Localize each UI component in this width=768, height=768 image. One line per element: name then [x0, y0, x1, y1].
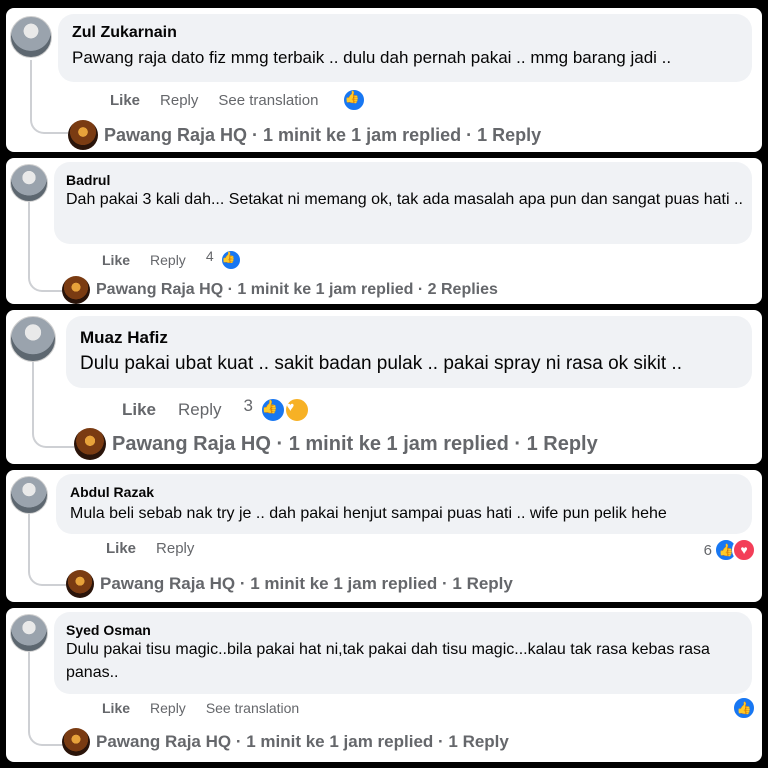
reply-summary-text[interactable]: Pawang Raja HQ · 1 minit ke 1 jam replie…	[96, 732, 509, 752]
reaction-summary[interactable]: 👍	[342, 88, 367, 112]
comment-author[interactable]: Zul Zukarnain	[72, 24, 177, 42]
reply-summary[interactable]: Pawang Raja HQ · 1 minit ke 1 jam replie…	[62, 276, 498, 304]
care-icon: ♥	[284, 397, 311, 423]
comment-text: Pawang raja dato fiz mmg terbaik .. dulu…	[72, 48, 672, 67]
comment-actions: Like Reply See translation	[102, 700, 299, 716]
reply-summary[interactable]: Pawang Raja HQ · 1 minit ke 1 jam replie…	[74, 428, 598, 460]
reaction-summary[interactable]: 4 👍	[206, 248, 242, 271]
thread-connector	[32, 362, 74, 448]
reply-summary-text[interactable]: Pawang Raja HQ · 1 minit ke 1 jam replie…	[104, 125, 541, 146]
reply-link[interactable]: Reply	[150, 252, 186, 268]
comment-text: Mula beli sebab nak try je .. dah pakai …	[70, 505, 667, 522]
reply-link[interactable]: Reply	[178, 400, 221, 420]
like-link[interactable]: Like	[102, 252, 130, 268]
reaction-summary[interactable]: 👍	[732, 696, 756, 720]
see-translation-link[interactable]: See translation	[218, 92, 318, 109]
reply-link[interactable]: Reply	[160, 92, 198, 109]
comment-author[interactable]: Syed Osman	[66, 622, 151, 638]
avatar[interactable]	[10, 16, 52, 58]
reply-summary-text[interactable]: Pawang Raja HQ · 1 minit ke 1 jam replie…	[100, 574, 513, 594]
page-avatar	[66, 570, 94, 598]
thumbs-up-icon: 👍	[732, 696, 756, 720]
reply-summary[interactable]: Pawang Raja HQ · 1 minit ke 1 jam replie…	[66, 570, 513, 598]
thread-connector	[30, 60, 68, 134]
thread-connector	[28, 202, 64, 292]
reply-link[interactable]: Reply	[156, 540, 194, 557]
comment-author[interactable]: Badrul	[66, 172, 110, 188]
love-icon: ♥	[732, 538, 756, 562]
avatar[interactable]	[10, 476, 48, 514]
comment-actions: Like Reply See translation 👍	[110, 88, 367, 112]
comment-card: Syed Osman Dulu pakai tisu magic..bila p…	[6, 608, 762, 762]
page-avatar	[74, 428, 106, 460]
reaction-count: 4	[205, 248, 214, 264]
reaction-count: 3	[243, 396, 253, 415]
reply-summary-text[interactable]: Pawang Raja HQ · 1 minit ke 1 jam replie…	[96, 281, 498, 299]
see-translation-link[interactable]: See translation	[206, 700, 299, 716]
comment-card: Muaz Hafiz Dulu pakai ubat kuat .. sakit…	[6, 310, 762, 464]
comment-text: Dulu pakai ubat kuat .. sakit badan pula…	[80, 353, 682, 374]
like-link[interactable]: Like	[102, 700, 130, 716]
comment-card: Zul Zukarnain Pawang raja dato fiz mmg t…	[6, 8, 762, 152]
comment-author[interactable]: Abdul Razak	[70, 484, 154, 500]
comment-actions: Like Reply 4 👍	[102, 248, 242, 271]
avatar[interactable]	[10, 164, 48, 202]
reply-link[interactable]: Reply	[150, 700, 186, 716]
avatar[interactable]	[10, 316, 56, 362]
reaction-summary[interactable]: 6 👍 ♥	[704, 538, 756, 562]
thumbs-up-icon: 👍	[259, 397, 286, 423]
reply-summary-text[interactable]: Pawang Raja HQ · 1 minit ke 1 jam replie…	[112, 433, 598, 456]
page-avatar	[62, 276, 90, 304]
thumbs-up-icon: 👍	[342, 88, 367, 112]
like-link[interactable]: Like	[106, 540, 136, 557]
page-avatar	[68, 120, 98, 150]
comment-card: Badrul Dah pakai 3 kali dah... Setakat n…	[6, 158, 762, 304]
reply-summary[interactable]: Pawang Raja HQ · 1 minit ke 1 jam replie…	[68, 120, 541, 150]
comment-text: Dulu pakai tisu magic..bila pakai hat ni…	[66, 641, 710, 682]
avatar[interactable]	[10, 614, 48, 652]
thread-connector	[28, 652, 64, 746]
like-link[interactable]: Like	[110, 92, 140, 109]
comment-card: Abdul Razak Mula beli sebab nak try je .…	[6, 470, 762, 602]
reaction-count: 6	[703, 541, 712, 559]
thumbs-up-icon: 👍	[219, 249, 242, 271]
thread-connector	[28, 514, 68, 586]
comment-author[interactable]: Muaz Hafiz	[80, 328, 168, 348]
reaction-summary[interactable]: 3 👍 ♥	[244, 396, 311, 423]
comment-actions: Like Reply	[106, 540, 194, 557]
comment-actions: Like Reply 3 👍 ♥	[122, 396, 311, 423]
page-avatar	[62, 728, 90, 756]
like-link[interactable]: Like	[122, 400, 156, 420]
comment-text: Dah pakai 3 kali dah... Setakat ni meman…	[66, 191, 743, 208]
reply-summary[interactable]: Pawang Raja HQ · 1 minit ke 1 jam replie…	[62, 728, 509, 756]
